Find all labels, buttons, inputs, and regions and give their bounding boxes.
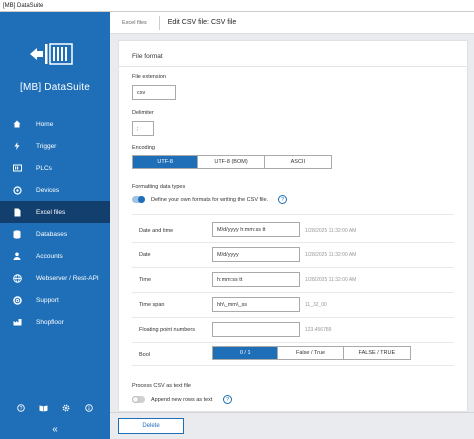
encoding-label: Encoding (132, 145, 155, 151)
extension-label: File extension (132, 74, 166, 80)
encoding-option-utf8-bom[interactable]: UTF-8 (BOM) (198, 156, 265, 168)
delete-button[interactable]: Delete (118, 418, 184, 434)
formatting-help-icon[interactable]: ? (278, 195, 287, 204)
row-divider (132, 317, 454, 318)
database-icon (12, 229, 22, 239)
encoding-option-utf8[interactable]: UTF-8 (133, 156, 199, 168)
accounts-icon (12, 251, 22, 261)
book-icon[interactable] (39, 403, 49, 413)
shopfloor-icon (12, 317, 22, 327)
sidebar: [MB] DataSuite Home Trigger PLCs Devices… (0, 12, 110, 439)
date-time-sample: 1/28/2025 11:32:00 AM (305, 228, 357, 234)
footer-bar: Delete (110, 412, 474, 439)
toggle-knob (132, 396, 139, 403)
row-divider (132, 267, 454, 268)
bool-option-false-true[interactable]: False / True (278, 347, 344, 359)
date-format-input[interactable]: M/d/yyyy (212, 247, 300, 262)
time-format-input[interactable]: h:mm:ss tt (212, 272, 300, 287)
sidebar-bottom-icons: ? (0, 403, 110, 413)
row-label-date-time: Date and time (139, 228, 174, 234)
row-divider (132, 214, 454, 215)
row-divider (132, 342, 454, 343)
time-sample: 1/28/2025 11:32:00 AM (305, 277, 357, 283)
row-label-bool: Bool (139, 352, 151, 358)
sidebar-item-label: Trigger (36, 142, 57, 150)
sidebar-item-shopfloor[interactable]: Shopfloor (0, 311, 110, 333)
page-title: Edit CSV file: CSV file (167, 19, 237, 26)
formatting-toggle-label: Define your own formats for writing the … (151, 197, 269, 203)
sidebar-item-excel-files[interactable]: Excel files (0, 201, 110, 223)
file-format-panel: File format File extension csv Delimiter… (118, 40, 468, 412)
date-time-format-input[interactable]: M/d/yyyy h:mm:ss tt (212, 222, 300, 237)
devices-icon (12, 185, 22, 195)
time-span-sample: 11_32_00 (305, 302, 327, 308)
process-label: Process CSV as text file (132, 383, 191, 389)
bool-option-0-1[interactable]: 0 / 1 (213, 347, 279, 359)
bool-format-selector: 0 / 1 False / True FALSE / TRUE (212, 346, 411, 360)
extension-input[interactable]: csv (132, 85, 176, 100)
delimiter-input[interactable]: ; (132, 121, 154, 136)
breadcrumb-parent-link[interactable]: Excel files (110, 20, 159, 26)
row-label-time-span: Time span (139, 302, 165, 308)
info-icon[interactable] (84, 403, 94, 413)
section-divider (119, 66, 468, 67)
sidebar-item-label: Home (36, 120, 54, 128)
sidebar-item-label: Support (36, 296, 59, 304)
sidebar-item-databases[interactable]: Databases (0, 223, 110, 245)
sidebar-item-trigger[interactable]: Trigger (0, 135, 110, 157)
section-title: File format (132, 53, 163, 60)
support-icon (12, 295, 22, 305)
svg-text:?: ? (20, 406, 23, 412)
delimiter-label: Delimiter (132, 110, 154, 116)
sidebar-item-webserver[interactable]: Webserver / Rest-API (0, 267, 110, 289)
sidebar-item-label: Excel files (36, 208, 66, 216)
row-label-time: Time (139, 277, 152, 283)
collapse-sidebar-button[interactable]: « (45, 422, 65, 436)
sidebar-item-label: Databases (36, 230, 68, 238)
bool-option-false-true-upper[interactable]: FALSE / TRUE (344, 347, 410, 359)
row-divider (132, 365, 454, 366)
window-titlebar: [MB] DataSuite (0, 0, 474, 12)
sidebar-item-devices[interactable]: Devices (0, 179, 110, 201)
window-title: [MB] DataSuite (3, 2, 44, 9)
gear-icon[interactable] (61, 403, 71, 413)
app-logo (30, 40, 74, 68)
append-rows-help-icon[interactable]: ? (223, 395, 232, 404)
trigger-icon (12, 141, 22, 151)
breadcrumb: Excel files Edit CSV file: CSV file (110, 12, 474, 34)
append-rows-label: Append new rows as text (151, 397, 213, 403)
sidebar-item-accounts[interactable]: Accounts (0, 245, 110, 267)
sidebar-item-home[interactable]: Home (0, 113, 110, 135)
plc-icon (12, 163, 22, 173)
excel-file-icon (12, 207, 22, 217)
row-label-date: Date (139, 252, 151, 258)
row-divider (132, 242, 454, 243)
toggle-knob (138, 196, 145, 203)
formatting-toggle[interactable] (132, 196, 145, 203)
time-span-format-input[interactable]: hh\_mm\_ss (212, 297, 300, 312)
encoding-selector: UTF-8 UTF-8 (BOM) ASCII (132, 155, 332, 169)
home-icon (12, 119, 22, 129)
sidebar-item-label: Shopfloor (36, 318, 64, 326)
sidebar-item-label: Webserver / Rest-API (36, 274, 99, 282)
floating-point-format-input[interactable] (212, 322, 300, 337)
append-rows-toggle[interactable] (132, 396, 145, 403)
row-divider (132, 292, 454, 293)
row-label-floating-point: Floating point numbers (139, 327, 195, 333)
help-icon[interactable]: ? (16, 403, 26, 413)
date-sample: 1/28/2025 11:32:00 AM (305, 252, 357, 258)
sidebar-nav: Home Trigger PLCs Devices Excel files Da… (0, 113, 110, 333)
webserver-icon (12, 273, 22, 283)
brand-name: [MB] DataSuite (19, 82, 91, 93)
formatting-label: Formatting data types (132, 184, 186, 190)
encoding-option-ascii[interactable]: ASCII (265, 156, 331, 168)
sidebar-item-label: Accounts (36, 252, 63, 260)
sidebar-item-label: Devices (36, 186, 60, 194)
floating-point-sample: 123.456789 (305, 327, 332, 333)
sidebar-item-support[interactable]: Support (0, 289, 110, 311)
sidebar-item-label: PLCs (36, 164, 52, 172)
sidebar-item-plcs[interactable]: PLCs (0, 157, 110, 179)
